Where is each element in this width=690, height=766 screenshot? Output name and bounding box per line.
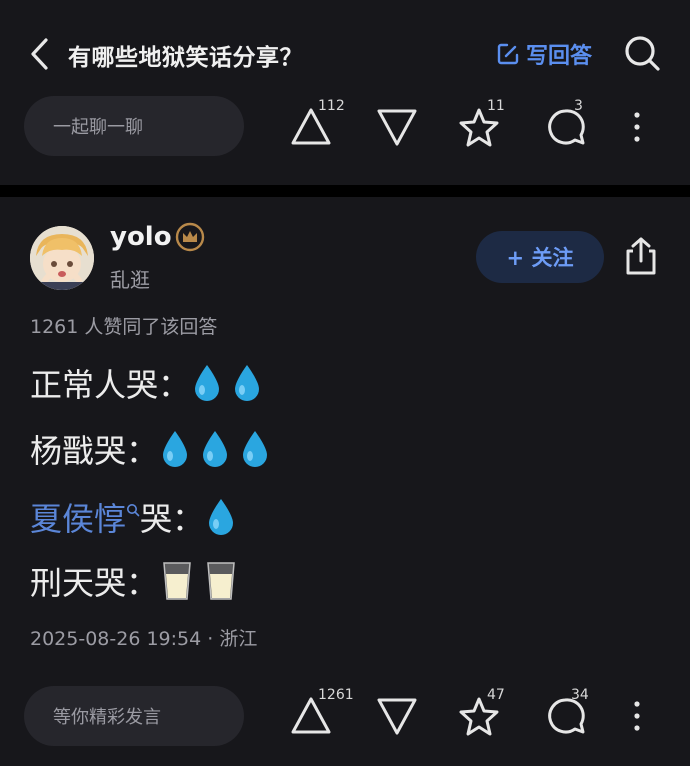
search-icon[interactable]	[126, 503, 140, 517]
content-text: 正常人哭：	[30, 366, 191, 404]
search-icon[interactable]	[622, 33, 662, 73]
avatar[interactable]	[30, 226, 94, 290]
question-header	[0, 0, 690, 185]
back-arrow-icon[interactable]	[26, 34, 56, 74]
water-drop-icon	[209, 499, 234, 535]
comment-count: 3	[574, 98, 583, 114]
content-text: 刑天哭：	[30, 564, 159, 602]
content-line: 刑天哭：	[30, 558, 238, 604]
water-drop-icon	[243, 431, 268, 467]
content-text: 杨戬哭：	[30, 432, 159, 470]
write-answer-button[interactable]: 写回答	[496, 38, 592, 70]
avatar-image	[30, 226, 94, 290]
water-drop-icon	[235, 365, 260, 401]
upvote-count: 112	[318, 98, 345, 114]
follow-button[interactable]: + 关注	[476, 231, 604, 283]
star-count: 11	[487, 98, 505, 114]
content-line: 杨戬哭：	[30, 426, 270, 472]
water-drop-icon	[163, 431, 188, 467]
author-name[interactable]: yolo	[110, 222, 172, 252]
upvote-count: 1261	[318, 687, 354, 703]
milk-glass-icon	[207, 562, 235, 600]
milk-glass-icon	[163, 562, 191, 600]
content-text: 哭：	[140, 500, 205, 538]
question-title[interactable]: 有哪些地狱笑话分享？	[68, 38, 303, 72]
share-icon[interactable]	[620, 235, 662, 277]
downvote-icon[interactable]	[376, 106, 418, 148]
write-answer-label: 写回答	[526, 44, 593, 69]
more-icon[interactable]	[632, 699, 642, 733]
more-icon[interactable]	[632, 110, 642, 144]
downvote-icon[interactable]	[376, 695, 418, 737]
author-subtitle: 乱逛	[110, 268, 150, 292]
content-line: 正常人哭：	[30, 360, 262, 406]
comment-count: 34	[571, 687, 589, 703]
water-drop-icon	[203, 431, 228, 467]
comment-input[interactable]: 一起聊一聊	[24, 96, 244, 156]
star-count: 47	[487, 687, 505, 703]
search-link-text[interactable]: 夏侯惇	[30, 494, 126, 540]
post-timestamp: 2025-08-26 19:54 · 浙江	[30, 628, 258, 650]
water-drop-icon	[195, 365, 220, 401]
answer-card	[0, 197, 690, 766]
agree-count-text: 1261 人赞同了该回答	[30, 316, 218, 338]
content-line: 夏侯惇 哭：	[30, 494, 236, 540]
edit-icon	[497, 43, 519, 65]
section-divider	[0, 185, 690, 197]
comment-input[interactable]: 等你精彩发言	[24, 686, 244, 746]
crown-badge-icon	[175, 222, 205, 252]
